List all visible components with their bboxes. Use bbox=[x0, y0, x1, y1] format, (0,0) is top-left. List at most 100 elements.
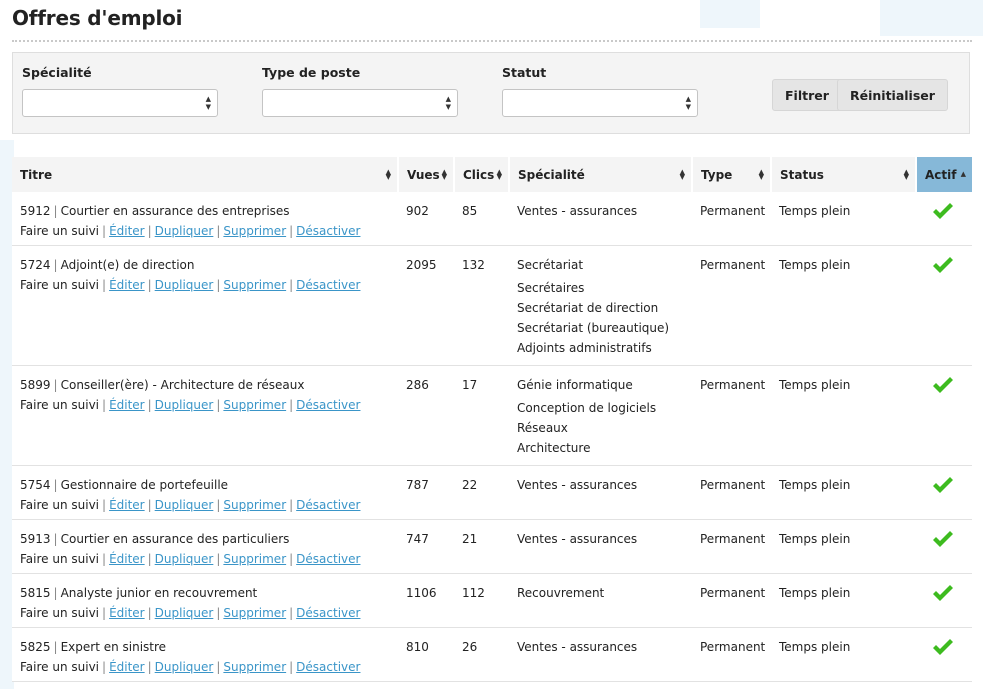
sort-both-icon: ▲ ▼ bbox=[496, 168, 502, 181]
column-header-status[interactable]: Status ▲ ▼ bbox=[771, 157, 917, 192]
delete-link[interactable]: Supprimer bbox=[223, 224, 286, 238]
delete-link[interactable]: Supprimer bbox=[223, 278, 286, 292]
job-heading: 5815 | Analyste junior en recouvrement bbox=[20, 586, 390, 600]
views-count: 286 bbox=[406, 378, 429, 392]
cell-clics: 17 bbox=[454, 365, 509, 466]
type-select[interactable]: ▲ ▼ bbox=[262, 89, 458, 117]
cell-actif bbox=[916, 573, 972, 628]
delete-link[interactable]: Supprimer bbox=[223, 606, 286, 620]
check-icon[interactable] bbox=[932, 530, 954, 548]
delete-link[interactable]: Supprimer bbox=[223, 552, 286, 566]
follow-link[interactable]: Faire un suivi bbox=[20, 398, 99, 412]
column-header-type[interactable]: Type ▲ ▼ bbox=[692, 157, 772, 192]
row-actions: Faire un suivi | Éditer | Dupliquer | Supprime… bbox=[20, 606, 390, 620]
cell-titre: 5724 | Adjoint(e) de direction Faire un sui… bbox=[12, 245, 398, 366]
cell-titre: 5913 | Courtier en assurance des particuli… bbox=[12, 519, 398, 574]
deactivate-link[interactable]: Désactiver bbox=[296, 224, 360, 238]
cell-vues: 902 bbox=[398, 192, 454, 246]
follow-link[interactable]: Faire un suivi bbox=[20, 552, 99, 566]
filter-specialite: Spécialité ▲ ▼ bbox=[22, 65, 218, 117]
check-icon[interactable] bbox=[932, 584, 954, 602]
filter-button[interactable]: Filtrer bbox=[772, 79, 842, 111]
table-row: 5754 | Gestionnaire de portefeuille Faire u… bbox=[12, 465, 972, 520]
job-heading: 5912 | Courtier en assurance des entrepris… bbox=[20, 204, 390, 218]
table-body: 5912 | Courtier en assurance des entrepris… bbox=[12, 192, 972, 682]
deactivate-link[interactable]: Désactiver bbox=[296, 552, 360, 566]
duplicate-link[interactable]: Dupliquer bbox=[155, 278, 214, 292]
separator: | bbox=[289, 606, 294, 620]
check-icon[interactable] bbox=[932, 638, 954, 656]
check-icon[interactable] bbox=[932, 476, 954, 494]
specialty-item: Ventes - assurances bbox=[517, 532, 638, 546]
cell-actif bbox=[916, 365, 972, 466]
job-status: Temps plein bbox=[779, 586, 851, 600]
edit-link[interactable]: Éditer bbox=[109, 498, 145, 512]
edit-link[interactable]: Éditer bbox=[109, 278, 145, 292]
filter-type: Type de poste ▲ ▼ bbox=[262, 65, 458, 117]
column-header-specialite[interactable]: Spécialité ▲ ▼ bbox=[509, 157, 693, 192]
header-label: Titre bbox=[20, 167, 53, 182]
views-count: 787 bbox=[406, 478, 429, 492]
separator: | bbox=[102, 224, 107, 238]
clicks-count: 22 bbox=[462, 478, 478, 492]
check-icon[interactable] bbox=[932, 256, 954, 274]
sort-both-icon: ▲ ▼ bbox=[441, 168, 447, 181]
row-actions: Faire un suivi | Éditer | Dupliquer | Supprime… bbox=[20, 660, 390, 674]
separator: | bbox=[216, 224, 221, 238]
duplicate-link[interactable]: Dupliquer bbox=[155, 606, 214, 620]
check-icon[interactable] bbox=[932, 202, 954, 220]
views-count: 810 bbox=[406, 640, 429, 654]
job-type: Permanent bbox=[700, 258, 766, 272]
edit-link[interactable]: Éditer bbox=[109, 552, 145, 566]
header-label: Actif bbox=[925, 167, 957, 182]
column-header-actif[interactable]: Actif ▲ bbox=[916, 157, 972, 192]
follow-link[interactable]: Faire un suivi bbox=[20, 498, 99, 512]
edit-link[interactable]: Éditer bbox=[109, 606, 145, 620]
edit-link[interactable]: Éditer bbox=[109, 398, 145, 412]
edit-link[interactable]: Éditer bbox=[109, 224, 145, 238]
delete-link[interactable]: Supprimer bbox=[223, 398, 286, 412]
follow-link[interactable]: Faire un suivi bbox=[20, 224, 99, 238]
deactivate-link[interactable]: Désactiver bbox=[296, 398, 360, 412]
duplicate-link[interactable]: Dupliquer bbox=[155, 552, 214, 566]
cell-vues: 747 bbox=[398, 519, 454, 574]
job-id: 5724 bbox=[20, 258, 51, 272]
statut-select[interactable]: ▲ ▼ bbox=[502, 89, 698, 117]
specialite-select[interactable]: ▲ ▼ bbox=[22, 89, 218, 117]
views-count: 1106 bbox=[406, 586, 437, 600]
deactivate-link[interactable]: Désactiver bbox=[296, 606, 360, 620]
follow-link[interactable]: Faire un suivi bbox=[20, 278, 99, 292]
column-header-titre[interactable]: Titre ▲ ▼ bbox=[12, 157, 399, 192]
duplicate-link[interactable]: Dupliquer bbox=[155, 224, 214, 238]
delete-link[interactable]: Supprimer bbox=[223, 498, 286, 512]
filter-panel: Spécialité ▲ ▼ Type de poste ▲ ▼ Statut ▲ ▼… bbox=[12, 52, 970, 134]
deactivate-link[interactable]: Désactiver bbox=[296, 660, 360, 674]
follow-link[interactable]: Faire un suivi bbox=[20, 606, 99, 620]
column-header-vues[interactable]: Vues ▲ ▼ bbox=[398, 157, 455, 192]
separator: | bbox=[289, 552, 294, 566]
separator: | bbox=[53, 378, 58, 392]
cell-type: Permanent bbox=[692, 627, 771, 682]
separator: | bbox=[216, 398, 221, 412]
edit-link[interactable]: Éditer bbox=[109, 660, 145, 674]
follow-link[interactable]: Faire un suivi bbox=[20, 660, 99, 674]
cell-status: Temps plein bbox=[771, 573, 916, 628]
deactivate-link[interactable]: Désactiver bbox=[296, 498, 360, 512]
job-status: Temps plein bbox=[779, 378, 851, 392]
column-header-clics[interactable]: Clics ▲ ▼ bbox=[454, 157, 510, 192]
row-actions: Faire un suivi | Éditer | Dupliquer | Supprime… bbox=[20, 498, 390, 512]
duplicate-link[interactable]: Dupliquer bbox=[155, 398, 214, 412]
duplicate-link[interactable]: Dupliquer bbox=[155, 660, 214, 674]
separator: | bbox=[102, 498, 107, 512]
deactivate-link[interactable]: Désactiver bbox=[296, 278, 360, 292]
separator: | bbox=[289, 398, 294, 412]
statut-label: Statut bbox=[502, 65, 547, 80]
check-icon[interactable] bbox=[932, 376, 954, 394]
table-row: 5724 | Adjoint(e) de direction Faire un sui… bbox=[12, 245, 972, 366]
specialite-label: Spécialité bbox=[22, 65, 92, 80]
page-title: Offres d'emploi bbox=[12, 6, 183, 30]
clicks-count: 17 bbox=[462, 378, 478, 392]
delete-link[interactable]: Supprimer bbox=[223, 660, 286, 674]
reset-button[interactable]: Réinitialiser bbox=[837, 79, 948, 111]
duplicate-link[interactable]: Dupliquer bbox=[155, 498, 214, 512]
